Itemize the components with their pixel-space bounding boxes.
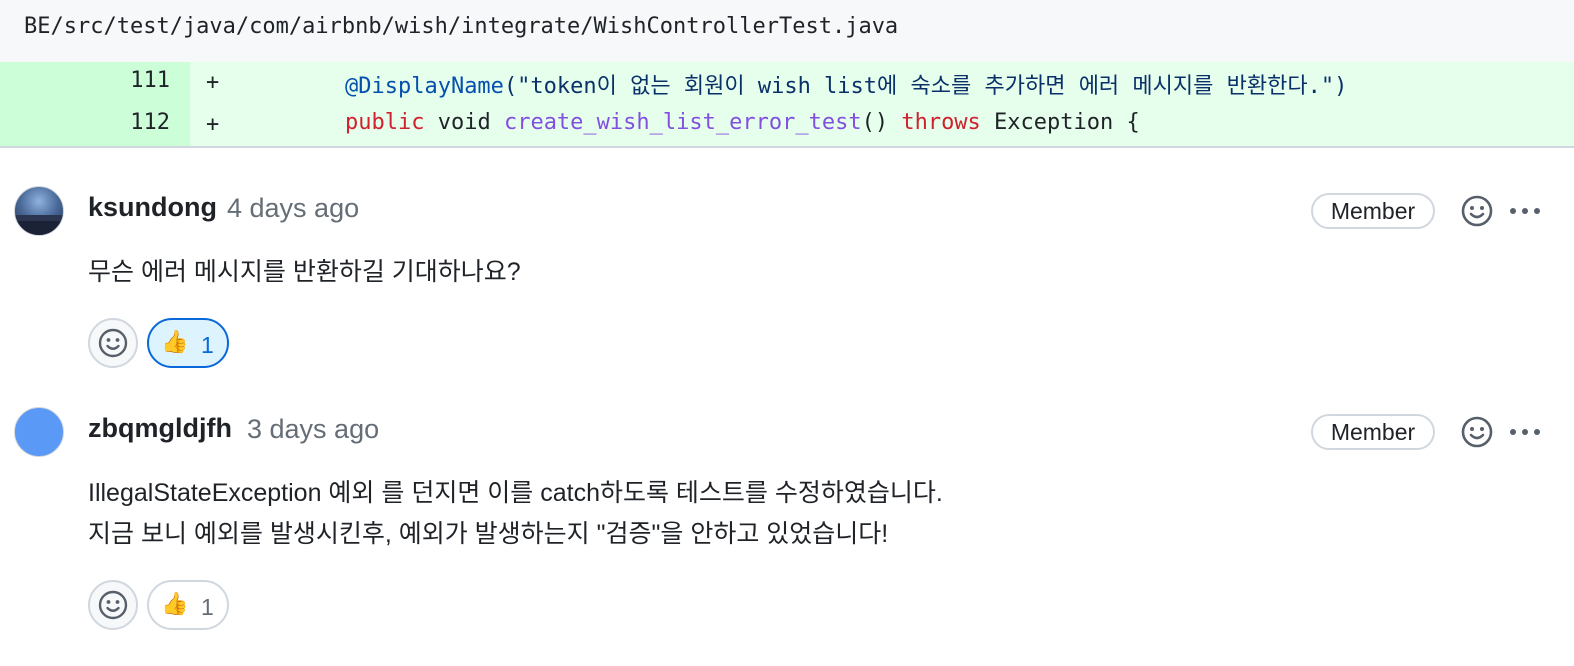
diff-add-marker: + [206, 112, 220, 137]
code-token: @DisplayName [344, 74, 504, 99]
smiley-icon [98, 328, 128, 358]
avatar[interactable] [14, 407, 64, 457]
line-number-cell[interactable]: 111 [0, 62, 190, 104]
comment-body-line: IllegalStateException 예외 를 던지면 이를 catch하… [88, 479, 943, 507]
comment-body-line: 지금 보니 예외를 발생시킨후, 예외가 발생하는지 "검증"을 안하고 있었습… [88, 520, 889, 548]
avatar[interactable] [14, 186, 64, 236]
add-reaction-button[interactable] [88, 580, 138, 630]
code-token: create_wish_list_error_test [503, 110, 862, 135]
add-reaction-smiley-icon[interactable] [1460, 194, 1494, 228]
thumbs-up-reaction-button[interactable]: 👍 1 [147, 580, 229, 630]
smiley-icon [98, 590, 128, 620]
code-token: throws [901, 110, 981, 135]
code-line: public void create_wish_list_error_test(… [292, 110, 1140, 135]
member-badge: Member [1311, 414, 1435, 450]
line-number: 112 [130, 110, 170, 135]
thumbs-up-icon: 👍 [161, 592, 189, 617]
code-token: Exception { [980, 110, 1140, 135]
thumbs-up-icon: 👍 [161, 330, 189, 355]
line-number: 111 [130, 68, 170, 93]
comment-timestamp[interactable]: 3 days ago [247, 414, 379, 445]
comment-timestamp[interactable]: 4 days ago [227, 193, 359, 224]
diff-line: 111 + @DisplayName("token이 없는 회원이 wish l… [0, 62, 1574, 104]
comment-body-line: 무슨 에러 메시지를 반환하길 기대하나요? [88, 258, 521, 286]
code-line: @DisplayName("token이 없는 회원이 wish list에 숙… [292, 68, 1347, 100]
reaction-count: 1 [201, 332, 214, 358]
line-number-cell[interactable]: 112 [0, 104, 190, 146]
more-options-kebab-icon[interactable] [1508, 415, 1542, 449]
add-reaction-button[interactable] [88, 318, 138, 368]
comment-author[interactable]: ksundong [88, 192, 217, 223]
comment-author[interactable]: zbqmgldjfh [88, 413, 232, 444]
add-reaction-smiley-icon[interactable] [1460, 415, 1494, 449]
member-badge: Member [1311, 193, 1435, 229]
code-token: ("token이 없는 회원이 wish list에 숙소를 추가하면 에러 메… [503, 74, 1348, 99]
code-token: void [424, 110, 504, 135]
diff-line: 112 + public void create_wish_list_error… [0, 104, 1574, 146]
file-header: BE/src/test/java/com/airbnb/wish/integra… [0, 0, 1574, 62]
more-options-kebab-icon[interactable] [1508, 194, 1542, 228]
diff-add-marker: + [206, 70, 220, 95]
code-token: () [861, 110, 902, 135]
diff-hunk: 111 + @DisplayName("token이 없는 회원이 wish l… [0, 62, 1574, 148]
code-token: public [344, 110, 425, 135]
avatar-water [15, 221, 63, 235]
file-path[interactable]: BE/src/test/java/com/airbnb/wish/integra… [24, 14, 898, 39]
reaction-count: 1 [201, 594, 214, 620]
thumbs-up-reaction-button[interactable]: 👍 1 [147, 318, 229, 368]
